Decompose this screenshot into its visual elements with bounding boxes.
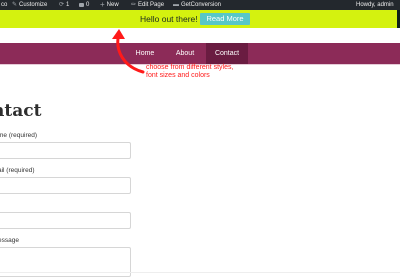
hello-bar: Hello out there! Read More [0, 10, 400, 28]
updates-icon: ⟳ [59, 2, 65, 8]
page: co ✎ Customize ⟳ 1 0 + New ✏ Edit Page ▬… [0, 0, 400, 280]
hello-bar-message: Hello out there! [140, 14, 198, 24]
wp-admin-bar: co ✎ Customize ⟳ 1 0 + New ✏ Edit Page ▬… [0, 0, 400, 10]
admin-comments-count: 0 [86, 2, 90, 8]
plus-icon: + [100, 0, 105, 9]
nav-item-home[interactable]: Home [127, 43, 163, 64]
read-more-button[interactable]: Read More [200, 13, 250, 25]
admin-account-link[interactable]: Howdy, admin [356, 0, 394, 10]
page-title: ntact [0, 101, 42, 121]
admin-customize-link[interactable]: ✎ Customize [12, 0, 47, 10]
name-input[interactable] [0, 142, 131, 159]
subject-input[interactable] [0, 212, 131, 229]
admin-howdy-label: Howdy, admin [356, 2, 394, 8]
admin-comments-link[interactable]: 0 [79, 0, 89, 10]
admin-new-label: New [106, 2, 119, 8]
email-input[interactable] [0, 177, 131, 194]
admin-updates-count: 1 [66, 2, 70, 8]
nav-item-about[interactable]: About [166, 43, 204, 64]
annotation-arrow-icon [112, 29, 145, 74]
brush-icon: ✎ [12, 2, 18, 8]
admin-updates-link[interactable]: ⟳ 1 [59, 0, 69, 10]
pencil-icon: ✏ [131, 2, 137, 8]
email-field-label: ail (required) [0, 167, 35, 174]
chat-icon: ▬ [173, 2, 179, 8]
admin-edit-page-label: Edit Page [138, 2, 165, 8]
annotation-note: choose from different styles, font sizes… [146, 64, 234, 79]
admin-edit-page-link[interactable]: ✏ Edit Page [131, 0, 164, 10]
name-field-label: me (required) [0, 132, 38, 139]
admin-getconversion-label: GetConversion [181, 2, 222, 8]
admin-getconversion-link[interactable]: ▬ GetConversion [173, 0, 221, 10]
message-field-label: essage [0, 237, 19, 244]
admin-site-link[interactable]: co [1, 0, 7, 10]
content-divider [0, 272, 400, 273]
admin-site-name[interactable]: co [1, 0, 7, 10]
nav-item-contact[interactable]: Contact [206, 43, 248, 64]
admin-new-link[interactable]: + New [100, 0, 119, 10]
admin-customize-label: Customize [19, 2, 48, 8]
comment-icon [79, 3, 84, 7]
main-navigation: Home About Contact [0, 43, 400, 64]
